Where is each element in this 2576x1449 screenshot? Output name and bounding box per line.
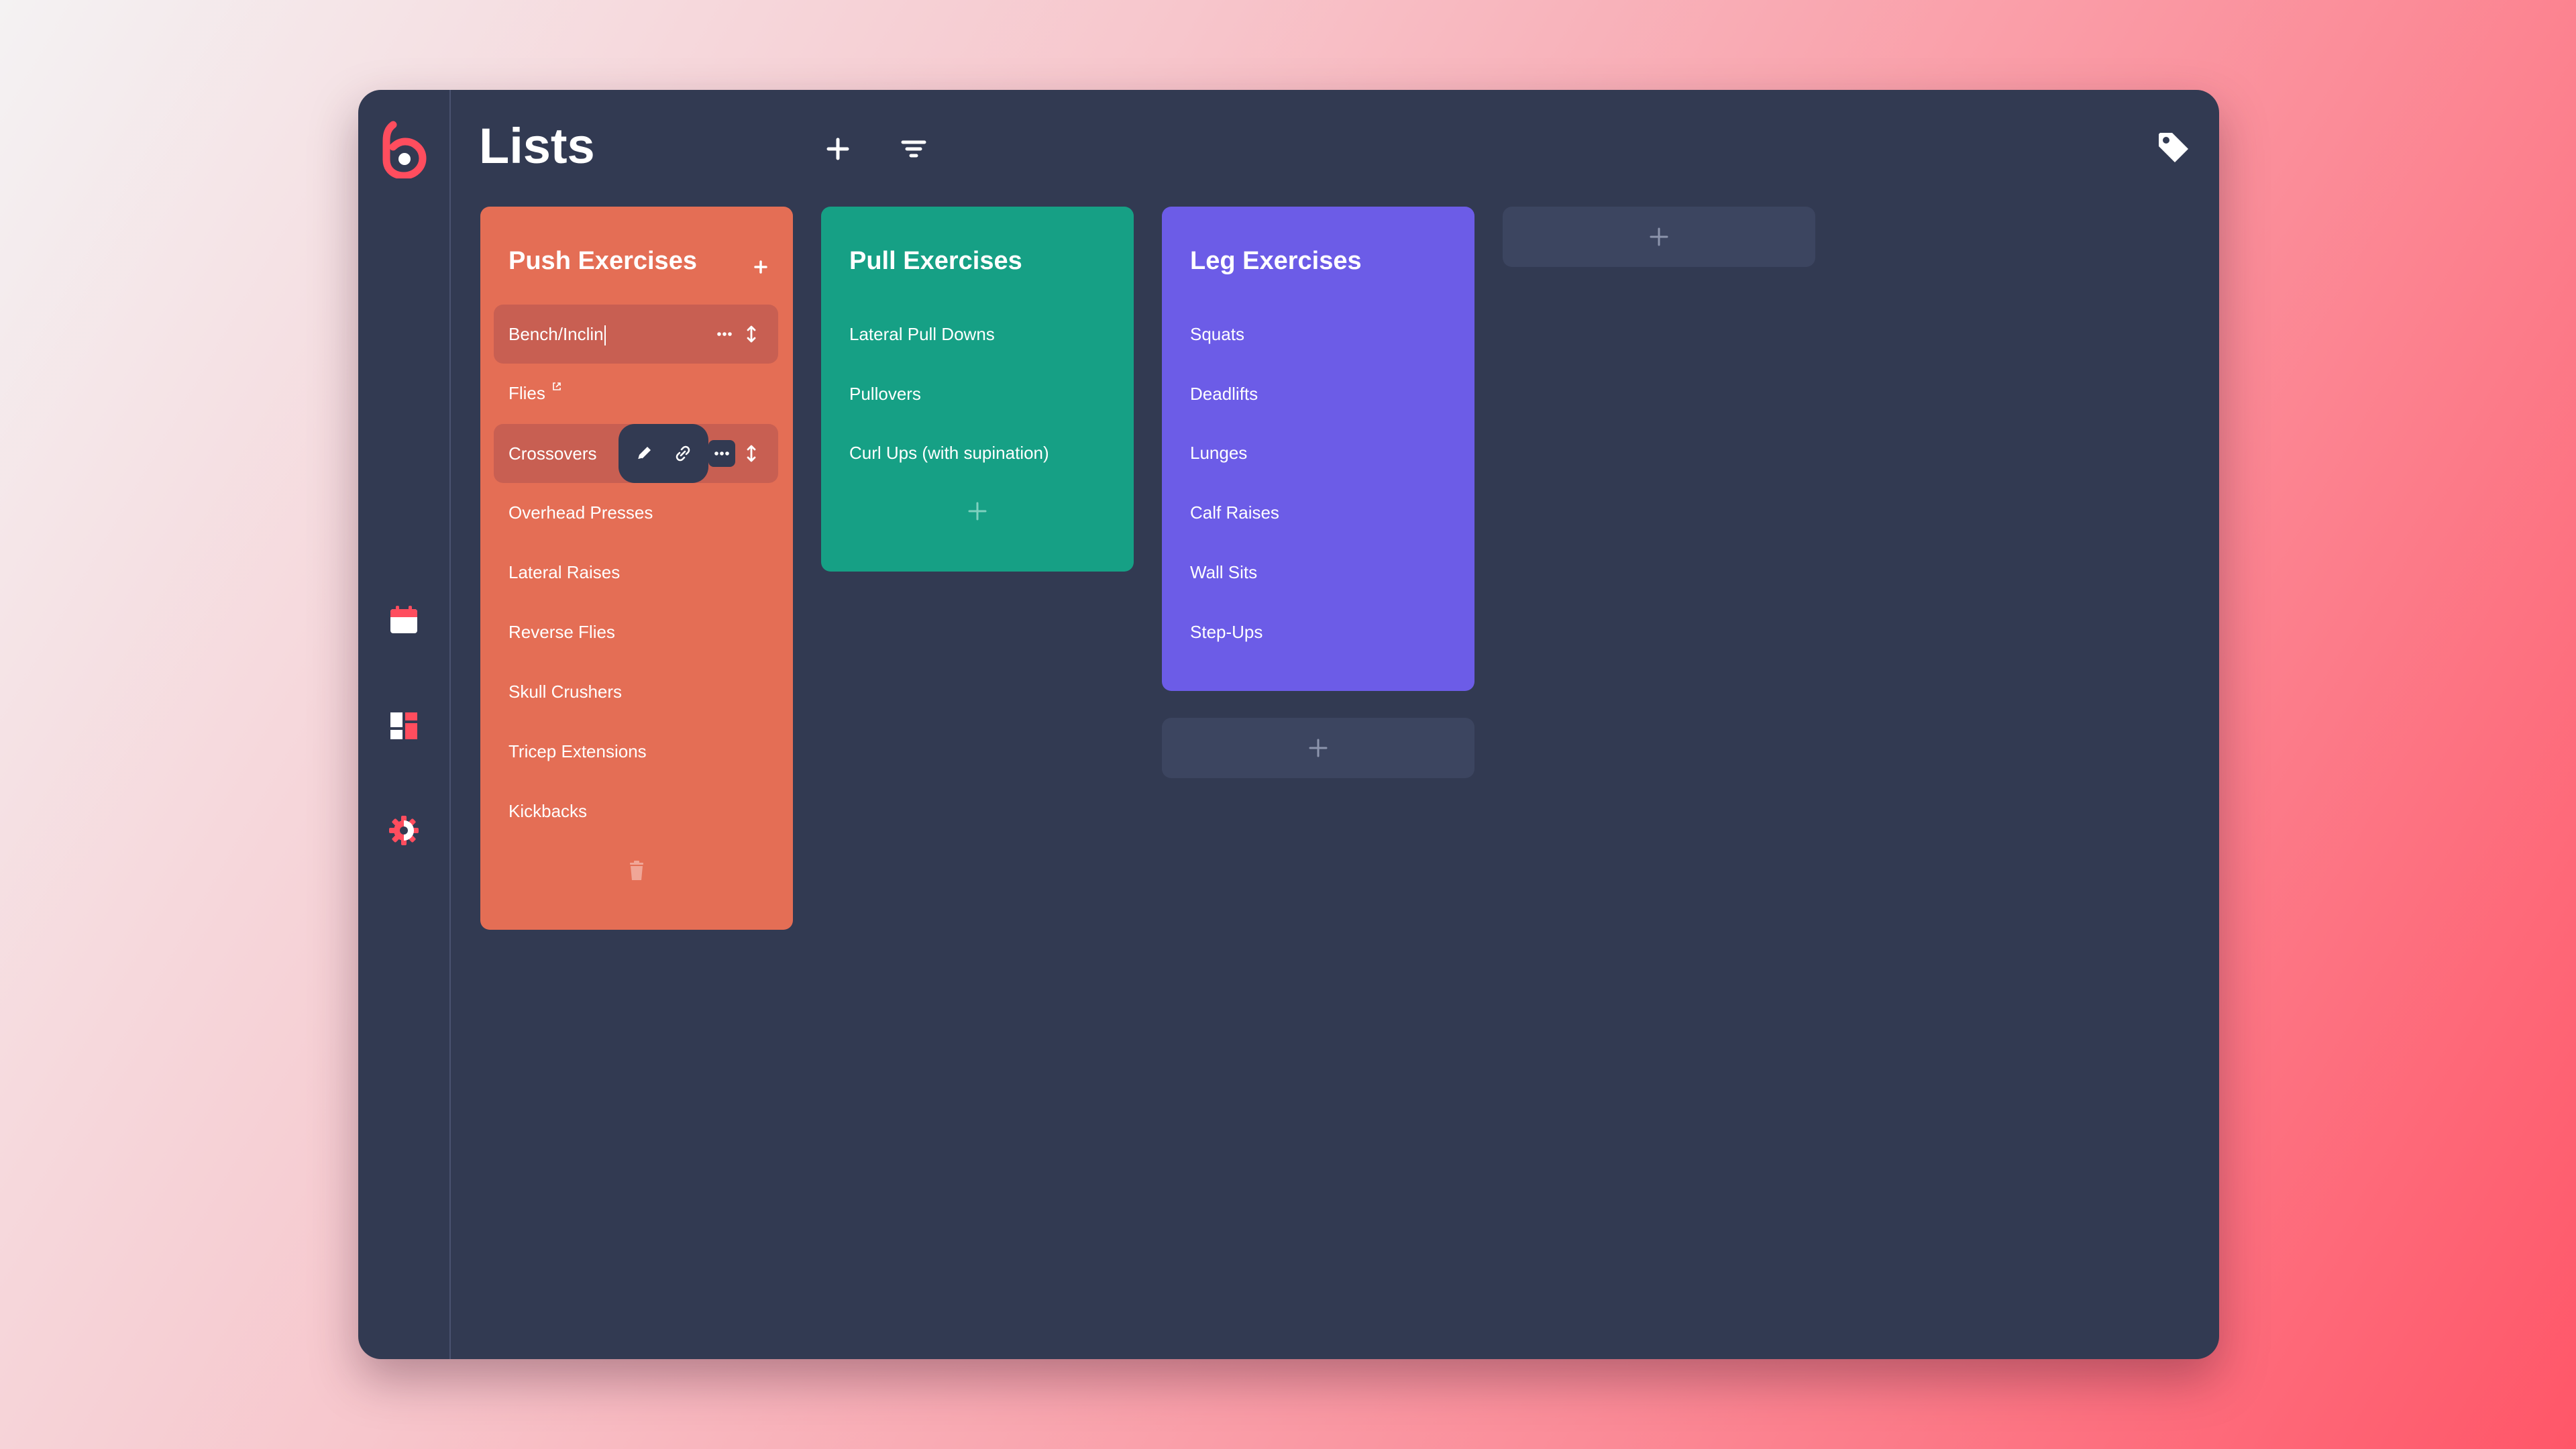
list-item[interactable]: Calf Raises	[1175, 483, 1460, 542]
item-action-popup	[619, 424, 708, 483]
list-item-label: Tricep Extensions	[508, 741, 647, 761]
add-column-button[interactable]	[1503, 207, 1815, 267]
delete-list-button[interactable]	[622, 856, 651, 885]
list-item[interactable]: Tricep Extensions	[494, 722, 778, 781]
list-item[interactable]: Skull Crushers	[494, 662, 778, 721]
list-item[interactable]: Wall Sits	[1175, 543, 1460, 602]
plus-icon	[1650, 227, 1668, 246]
list-item-input[interactable]: Bench/Inclin	[508, 305, 606, 364]
list-item-label: Lunges	[1190, 443, 1248, 463]
filter-button[interactable]	[894, 129, 934, 169]
trash-icon	[630, 861, 643, 880]
list-item[interactable]: Overhead Presses	[494, 483, 778, 542]
drag-handle-icon[interactable]	[739, 441, 763, 466]
list-item[interactable]: Step-Ups	[1175, 602, 1460, 661]
dashboard-icon[interactable]	[388, 710, 420, 742]
sidebar	[358, 90, 451, 1359]
drag-handle-icon[interactable]	[739, 322, 763, 346]
plus-icon	[754, 260, 767, 274]
list-column-pull: Pull Exercises Lateral Pull Downs Pullov…	[821, 207, 1134, 572]
plus-icon	[1309, 739, 1328, 757]
list-item-label: Flies	[508, 383, 545, 403]
list-column-leg: Leg Exercises Squats Deadlifts Lunges Ca…	[1162, 207, 1474, 691]
list-item-label: Bench/Inclin	[508, 324, 604, 344]
settings-gear-icon[interactable]	[388, 814, 420, 847]
list-item-label: Squats	[1190, 324, 1244, 344]
list-title[interactable]: Push Exercises	[508, 247, 697, 276]
list-column-push: Push Exercises Bench/Inclin Flies Crosso…	[480, 207, 793, 930]
list-item[interactable]: Flies	[494, 364, 778, 423]
list-item-label: Lateral Raises	[508, 562, 621, 582]
list-item-label: Crossovers	[508, 443, 597, 464]
text-cursor	[604, 325, 606, 346]
list-item-label: Kickbacks	[508, 801, 588, 821]
calendar-icon[interactable]	[388, 604, 420, 636]
list-item-hovered[interactable]: Crossovers	[494, 424, 778, 483]
external-link-icon[interactable]	[551, 381, 562, 392]
add-item-button[interactable]	[963, 496, 992, 526]
page-title: Lists	[479, 118, 595, 174]
tags-button[interactable]	[2153, 127, 2194, 168]
list-item[interactable]: Lateral Raises	[494, 543, 778, 602]
filter-icon	[901, 140, 926, 158]
add-item-button[interactable]	[746, 252, 775, 282]
add-list-button[interactable]	[818, 129, 858, 169]
list-item-label: Step-Ups	[1190, 622, 1263, 642]
list-item-label: Overhead Presses	[508, 502, 653, 523]
list-item[interactable]: Lunges	[1175, 423, 1460, 482]
list-item-label: Curl Ups (with supination)	[849, 443, 1049, 463]
list-item-label: Wall Sits	[1190, 562, 1258, 582]
link-icon[interactable]	[671, 441, 695, 466]
list-item[interactable]: Deadlifts	[1175, 364, 1460, 423]
more-options-icon[interactable]	[712, 322, 737, 346]
list-title[interactable]: Pull Exercises	[849, 247, 1022, 276]
tag-icon	[2159, 133, 2188, 162]
app-window: Lists Push Exercises Bench/Inclin Flies …	[358, 90, 2219, 1359]
list-item-label: Reverse Flies	[508, 622, 615, 642]
list-item[interactable]: Reverse Flies	[494, 602, 778, 661]
list-item-label: Deadlifts	[1190, 384, 1258, 404]
app-logo[interactable]	[378, 121, 429, 180]
list-item-editing[interactable]: Bench/Inclin	[494, 305, 778, 364]
list-item[interactable]: Kickbacks	[494, 782, 778, 841]
list-item[interactable]: Lateral Pull Downs	[835, 305, 1119, 364]
plus-icon	[826, 138, 849, 160]
add-list-below-button[interactable]	[1162, 718, 1474, 778]
edit-pencil-icon[interactable]	[632, 441, 656, 466]
list-item-label: Lateral Pull Downs	[849, 324, 995, 344]
list-item-label: Calf Raises	[1190, 502, 1279, 523]
list-item[interactable]: Curl Ups (with supination)	[835, 423, 1119, 482]
list-item[interactable]: Squats	[1175, 305, 1460, 364]
list-item[interactable]: Pullovers	[835, 364, 1119, 423]
list-title[interactable]: Leg Exercises	[1190, 247, 1362, 276]
list-item-label: Skull Crushers	[508, 682, 623, 702]
list-item-label: Pullovers	[849, 384, 921, 404]
more-options-icon[interactable]	[708, 440, 735, 467]
plus-icon	[968, 502, 987, 521]
